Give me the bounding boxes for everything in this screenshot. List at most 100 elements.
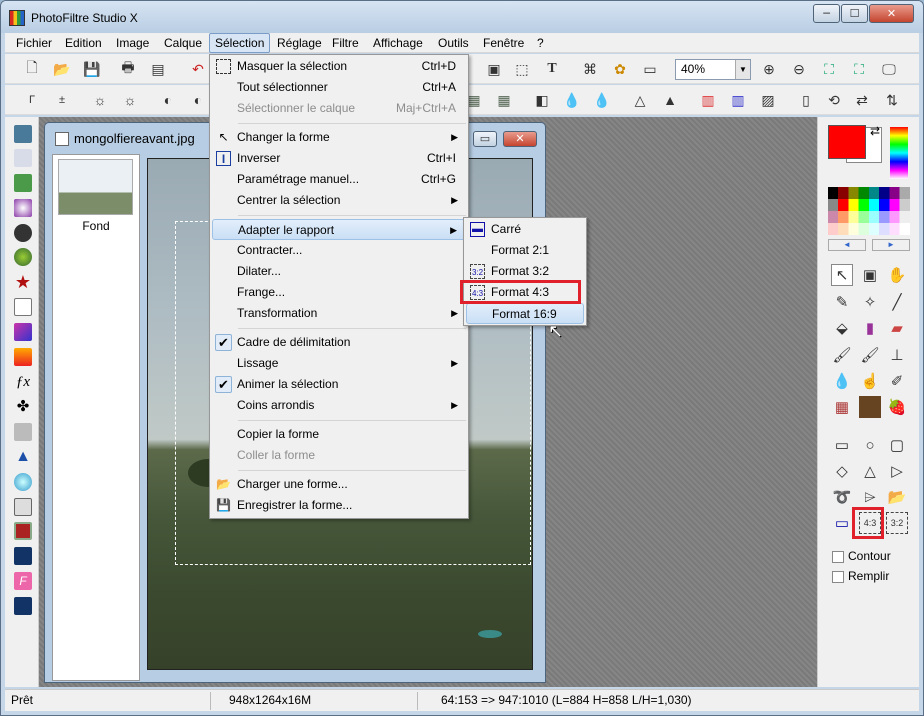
square-ratio-icon[interactable]: ▭ — [831, 512, 853, 534]
stamp-icon[interactable]: ⊥ — [886, 344, 908, 366]
open-icon[interactable]: 📂 — [51, 58, 73, 80]
menu-item-charger-forme[interactable]: 📂 Charger une forme... — [212, 474, 466, 495]
menu-item-copier-forme[interactable]: Copier la forme — [212, 424, 466, 445]
undo-icon[interactable]: ↶ — [187, 58, 209, 80]
maximize-button[interactable]: ☐ — [841, 4, 868, 23]
menu-item-transformation[interactable]: Transformation ▶ — [212, 303, 466, 324]
lens-icon[interactable] — [14, 473, 32, 491]
menu-item-coins-arrondis[interactable]: Coins arrondis ▶ — [212, 395, 466, 416]
menu-item-centrer[interactable]: Centrer la sélection ▶ — [212, 190, 466, 211]
mirror-icon[interactable]: ⇅ — [881, 89, 903, 111]
sharpen-more-icon[interactable]: ▲ — [659, 89, 681, 111]
menu-fichier[interactable]: Fichier — [11, 33, 57, 53]
tree-icon[interactable]: ⌘ — [579, 58, 601, 80]
font-icon[interactable]: F — [14, 572, 32, 590]
eyedropper-icon[interactable]: ✎ — [831, 291, 853, 313]
menu-item-animer[interactable]: ✔ Animer la sélection — [212, 374, 466, 395]
menu-item-parametrage[interactable]: Paramétrage manuel... Ctrl+G — [212, 169, 466, 190]
colors-icon[interactable]: ▥ — [727, 89, 749, 111]
polygon-lasso-icon[interactable]: ⌲ — [859, 486, 881, 508]
ellipse-shape-icon[interactable]: ○ — [859, 434, 881, 456]
contour-checkbox[interactable] — [832, 551, 844, 563]
crop-icon[interactable]: ⬚ — [511, 58, 533, 80]
histogram-icon[interactable]: ▲ — [14, 448, 32, 466]
palette-row-4[interactable] — [828, 223, 910, 235]
scan-icon[interactable]: ▤ — [147, 58, 169, 80]
contrast-down-icon[interactable]: ◐ — [157, 89, 179, 111]
brush-icon[interactable]: 🖌 — [831, 344, 853, 366]
menu-outils[interactable]: Outils — [433, 33, 474, 53]
palette-row-3[interactable] — [828, 211, 910, 223]
menu-help[interactable]: ? — [532, 33, 549, 53]
submenu-item-2-1[interactable]: Format 2:1 — [466, 240, 584, 261]
menu-item-dilater[interactable]: Dilater... — [212, 261, 466, 282]
drops-icon[interactable]: 💧 — [591, 89, 613, 111]
pattern-icon[interactable]: ✤ — [14, 398, 32, 416]
save-2000-icon[interactable] — [14, 547, 32, 565]
menu-reglage[interactable]: Réglage — [272, 33, 327, 53]
swap-colors-icon[interactable]: ⇄ — [870, 124, 880, 138]
clone-icon[interactable]: ✐ — [886, 370, 908, 392]
layer-manager-icon[interactable]: ▣ — [859, 264, 881, 286]
calculator-icon[interactable] — [14, 125, 32, 143]
deform-icon[interactable]: ▦ — [831, 396, 853, 418]
menu-item-adapter-rapport[interactable]: Adapter le rapport ▶ — [212, 219, 466, 240]
camera-icon[interactable] — [14, 224, 32, 242]
palette-row-2[interactable] — [828, 199, 910, 211]
foreground-color-swatch[interactable] — [828, 125, 866, 159]
zoom-in-icon[interactable]: ⊕ — [758, 58, 780, 80]
menu-item-tout-selectionner[interactable]: Tout sélectionner Ctrl+A — [212, 77, 466, 98]
pointer-icon[interactable]: ↖ — [831, 264, 853, 286]
gradient-icon[interactable]: ▥ — [697, 89, 719, 111]
copy-icon[interactable] — [14, 149, 32, 167]
actual-size-icon[interactable]: ⛶ — [848, 58, 870, 80]
doc-minimize-button[interactable]: ▭ — [473, 131, 497, 147]
load-shape-icon[interactable]: 📂 — [886, 486, 908, 508]
frame-icon[interactable] — [14, 522, 32, 540]
drop-icon[interactable]: 💧 — [561, 89, 583, 111]
zoom-out-icon[interactable]: ⊖ — [788, 58, 810, 80]
checker-icon[interactable] — [14, 423, 32, 441]
auto-levels-icon[interactable]: Γ — [21, 89, 43, 111]
book-icon[interactable] — [14, 498, 32, 516]
menu-item-cadre[interactable]: ✔ Cadre de délimitation — [212, 332, 466, 353]
star-icon[interactable]: ★ — [14, 273, 32, 291]
sharpen-icon[interactable]: △ — [629, 89, 651, 111]
menu-item-frange[interactable]: Frange... — [212, 282, 466, 303]
layer-thumbnail[interactable] — [58, 159, 133, 215]
menu-fenetre[interactable]: Fenêtre — [478, 33, 529, 53]
globe-icon[interactable] — [14, 248, 32, 266]
minimize-button[interactable]: ─ — [813, 4, 840, 23]
strawberry-icon[interactable]: 🍓 — [886, 396, 908, 418]
rounded-rect-shape-icon[interactable]: ▢ — [886, 434, 908, 456]
eraser-icon[interactable]: ▰ — [886, 317, 908, 339]
zoom-select[interactable]: 40% ▼ — [675, 59, 751, 80]
print-icon[interactable]: 🖶 — [117, 58, 139, 80]
save-icon[interactable]: 💾 — [81, 58, 103, 80]
plugin-icon[interactable]: ✿ — [609, 58, 631, 80]
ratio-3-2-icon[interactable]: 3:2 — [886, 512, 908, 534]
fill-gradient-icon[interactable] — [14, 348, 32, 366]
monitor-icon[interactable] — [14, 174, 32, 192]
auto-contrast-icon[interactable]: ± — [51, 89, 73, 111]
blur-icon[interactable]: 💧 — [831, 370, 853, 392]
menu-affichage[interactable]: Affichage — [368, 33, 428, 53]
flip-icon[interactable]: ⇄ — [851, 89, 873, 111]
color-spectrum[interactable] — [890, 127, 908, 179]
menu-selection[interactable]: Sélection — [209, 33, 271, 53]
portrait-icon[interactable] — [859, 396, 881, 418]
menu-item-coller-forme[interactable]: Coller la forme — [212, 445, 466, 466]
fit-icon[interactable]: ⛶ — [818, 58, 840, 80]
text-icon[interactable]: T — [541, 58, 563, 80]
doc-close-button[interactable]: ✕ — [503, 131, 537, 147]
line-icon[interactable]: ╱ — [886, 291, 908, 313]
title-bar[interactable]: PhotoFiltre Studio X ─ ☐ ✕ — [1, 1, 923, 33]
polygon-shape-icon[interactable]: ▷ — [886, 460, 908, 482]
fullscreen-icon[interactable]: 🖵 — [878, 58, 900, 80]
spray-icon[interactable]: ▮ — [859, 317, 881, 339]
menu-calque[interactable]: Calque — [159, 33, 207, 53]
advanced-brush-icon[interactable]: 🖌 — [859, 344, 881, 366]
rectangle-shape-icon[interactable]: ▭ — [831, 434, 853, 456]
menu-item-enregistrer-forme[interactable]: 💾 Enregistrer la forme... — [212, 495, 466, 516]
bucket-icon[interactable]: ⬙ — [831, 317, 853, 339]
